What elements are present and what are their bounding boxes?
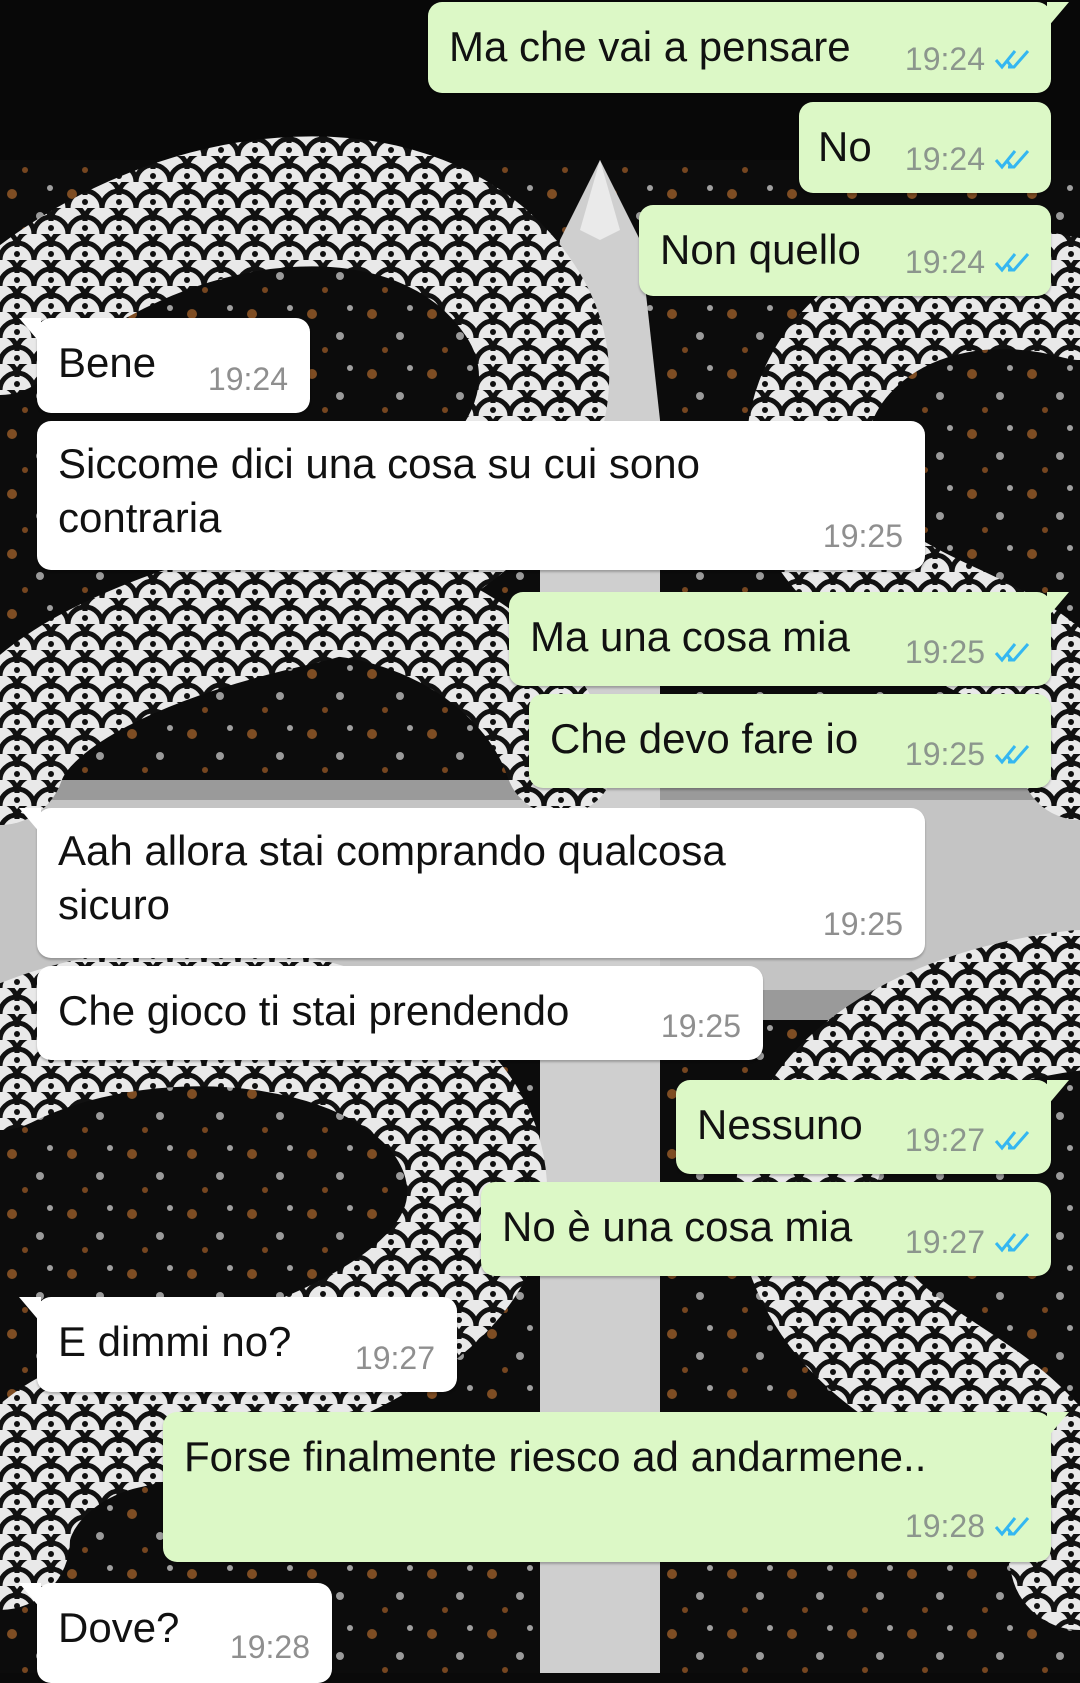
bubble-tail [1047, 592, 1069, 618]
outgoing-message[interactable]: No è una cosa mia 19:27 [481, 1182, 1051, 1276]
message-time: 19:25 [822, 518, 903, 554]
message-meta: 19:25 [905, 634, 1031, 670]
message-time: 19:24 [904, 41, 985, 77]
message-text: No [818, 123, 872, 170]
outgoing-message[interactable]: Non quello 19:24 [639, 205, 1051, 296]
double-check-icon [994, 1131, 1030, 1151]
outgoing-message[interactable]: Ma che vai a pensare 19:24 [428, 2, 1069, 93]
message-text-line: sicuro [58, 881, 171, 928]
double-check-icon [994, 150, 1030, 170]
outgoing-message[interactable]: Forse finalmente riesco ad andarmene.. 1… [163, 1412, 1069, 1562]
message-text: Che devo fare io [550, 715, 859, 762]
message-meta: 19:24 [905, 141, 1031, 177]
message-meta: 19:24 [905, 244, 1031, 280]
message-text: Che gioco ti stai prendendo [58, 987, 570, 1034]
outgoing-message[interactable]: Nessuno 19:27 [676, 1080, 1069, 1174]
incoming-message[interactable]: Siccome dici una cosa su cui sono contra… [37, 421, 925, 570]
message-time: 19:25 [904, 634, 985, 670]
message-time: 19:28 [229, 1629, 310, 1665]
incoming-message[interactable]: Bene 19:24 [19, 318, 310, 413]
message-text: Nessuno [697, 1101, 863, 1148]
message-text: No è una cosa mia [502, 1203, 853, 1250]
bubble-tail [1047, 1080, 1069, 1106]
double-check-icon [994, 1517, 1030, 1537]
outgoing-message[interactable]: Ma una cosa mia 19:25 [509, 592, 1069, 686]
incoming-message[interactable]: Che gioco ti stai prendendo 19:25 [37, 966, 763, 1060]
bubble-tail [19, 1583, 41, 1609]
message-time: 19:24 [904, 141, 985, 177]
double-check-icon [994, 253, 1030, 273]
message-time: 19:28 [904, 1508, 985, 1544]
bubble-tail [19, 1297, 41, 1323]
message-meta: 19:24 [905, 41, 1031, 77]
message-meta: 19:28 [905, 1508, 1031, 1544]
bubble-tail [1047, 2, 1069, 28]
message-text: Ma una cosa mia [530, 613, 850, 660]
message-list[interactable]: Ma che vai a pensare 19:24 No 19:24 Non … [0, 0, 1080, 1683]
message-text-line: Siccome dici una cosa su cui sono [58, 440, 700, 487]
message-text: Non quello [660, 226, 861, 273]
message-time: 19:25 [660, 1008, 741, 1044]
bubble-tail [19, 808, 41, 834]
message-text: Bene [58, 339, 157, 386]
message-time: 19:27 [904, 1122, 985, 1158]
double-check-icon [994, 643, 1030, 663]
message-time: 19:27 [354, 1340, 435, 1376]
incoming-message[interactable]: E dimmi no? 19:27 [19, 1297, 457, 1392]
message-text: Ma che vai a pensare [449, 23, 851, 70]
bubble-tail [1047, 1412, 1069, 1438]
message-time: 19:27 [904, 1224, 985, 1260]
message-text: Dove? [58, 1604, 180, 1651]
message-time: 19:25 [904, 736, 985, 772]
bubble-tail [19, 318, 41, 344]
message-time: 19:25 [822, 906, 903, 942]
double-check-icon [994, 745, 1030, 765]
incoming-message[interactable]: Dove? 19:28 [19, 1583, 332, 1683]
double-check-icon [994, 50, 1030, 70]
incoming-message[interactable]: Aah allora stai comprando qualcosa sicur… [19, 808, 925, 958]
message-text-line: Aah allora stai comprando qualcosa [58, 827, 726, 874]
message-meta: 19:27 [905, 1122, 1031, 1158]
double-check-icon [994, 1233, 1030, 1253]
message-text: Forse finalmente riesco ad andarmene.. [184, 1433, 927, 1480]
message-time: 19:24 [904, 244, 985, 280]
message-meta: 19:27 [905, 1224, 1031, 1260]
outgoing-message[interactable]: No 19:24 [799, 102, 1051, 193]
outgoing-message[interactable]: Che devo fare io 19:25 [529, 694, 1051, 788]
message-time: 19:24 [207, 361, 288, 397]
message-meta: 19:25 [905, 736, 1031, 772]
message-text-line: contraria [58, 494, 222, 541]
message-text: E dimmi no? [58, 1318, 292, 1365]
